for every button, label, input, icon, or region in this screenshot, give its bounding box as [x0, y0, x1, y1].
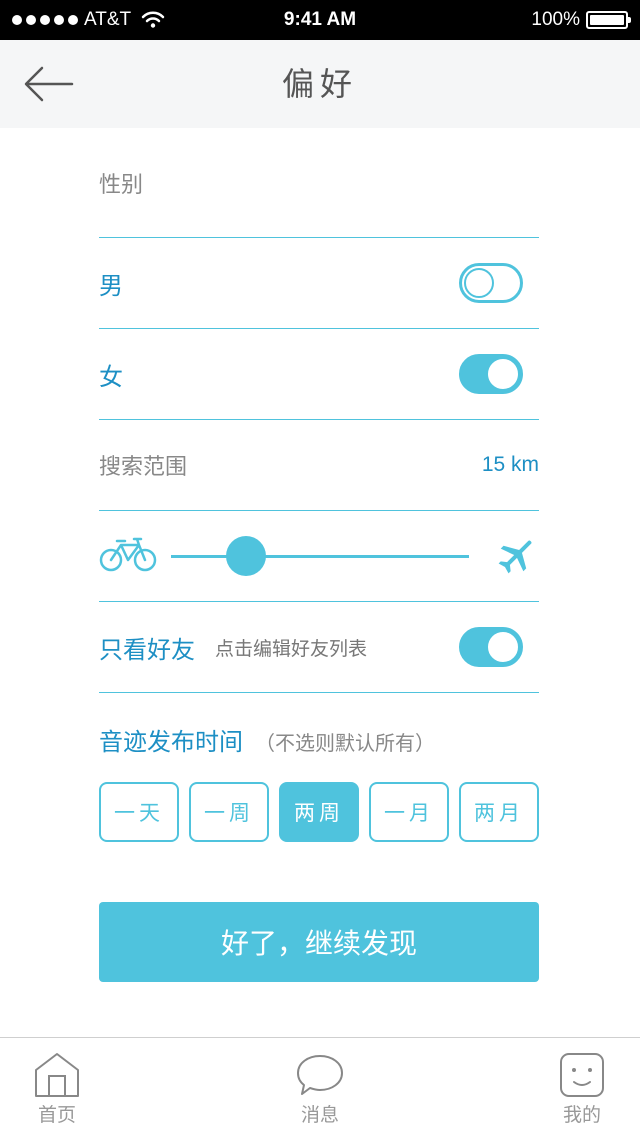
face-icon	[560, 1053, 604, 1097]
search-range-value: 15 km	[481, 453, 539, 476]
battery-icon	[586, 11, 631, 29]
gender-female-toggle[interactable]	[459, 354, 523, 394]
tab-home-label: 首页	[37, 1104, 76, 1126]
tab-messages-label: 消息	[300, 1104, 339, 1126]
edit-friends-link[interactable]: 点击编辑好友列表	[215, 634, 367, 661]
page-title: 偏好	[281, 65, 358, 103]
toggle-knob	[464, 268, 494, 298]
time-option-chip[interactable]: 一天	[99, 782, 179, 842]
post-time-heading: 音迹发布时间 （不选则默认所有）	[99, 722, 435, 757]
bicycle-icon	[99, 537, 157, 572]
time-option-chip[interactable]: 两月	[459, 782, 539, 842]
battery-percent: 100%	[531, 9, 580, 30]
search-range-label: 搜索范围	[99, 455, 188, 480]
gender-header: 性别	[99, 172, 144, 198]
preferences-form: 性别 男 女 搜索范围 15 km 只看好友 点击编辑好友列表	[99, 128, 539, 693]
nav-bar: 偏好	[0, 40, 640, 128]
time-option-chip[interactable]: 两周	[279, 782, 359, 842]
tab-bar: 首页 消息 我的	[0, 1037, 640, 1136]
toggle-knob	[488, 359, 518, 389]
range-slider[interactable]	[171, 536, 469, 576]
tab-messages[interactable]: 消息	[260, 1038, 380, 1137]
home-icon	[35, 1053, 79, 1097]
post-time-subtitle: （不选则默认所有）	[255, 731, 435, 755]
gender-male-toggle[interactable]	[459, 263, 523, 303]
tab-profile-label: 我的	[562, 1104, 601, 1126]
range-slider-row	[99, 511, 539, 602]
status-bar: AT&T 9:41 AM 100%	[0, 0, 640, 40]
gender-male-label: 男	[99, 271, 123, 300]
range-slider-knob[interactable]	[225, 536, 266, 576]
time-option-chip[interactable]: 一月	[369, 782, 449, 842]
status-right: 100%	[531, 0, 631, 40]
gender-female-row: 女	[99, 329, 539, 420]
gender-male-row: 男	[99, 238, 539, 329]
friends-only-row: 只看好友 点击编辑好友列表	[99, 602, 539, 693]
friends-only-toggle[interactable]	[459, 627, 523, 667]
post-time-options: 一天 一周 两周 一月 两月	[99, 782, 539, 842]
post-time-title: 音迹发布时间	[99, 728, 243, 756]
toggle-knob	[488, 632, 518, 662]
time-option-chip[interactable]: 一周	[189, 782, 269, 842]
tab-home[interactable]: 首页	[0, 1038, 117, 1137]
airplane-icon	[498, 540, 532, 574]
tab-profile[interactable]: 我的	[522, 1038, 640, 1137]
search-range-row: 搜索范围 15 km	[99, 420, 539, 511]
continue-button[interactable]: 好了，继续发现	[99, 902, 539, 982]
gender-header-row: 性别	[99, 128, 539, 238]
chat-bubble-icon	[297, 1055, 343, 1095]
gender-female-label: 女	[99, 362, 123, 391]
friends-only-label: 只看好友	[99, 635, 195, 664]
